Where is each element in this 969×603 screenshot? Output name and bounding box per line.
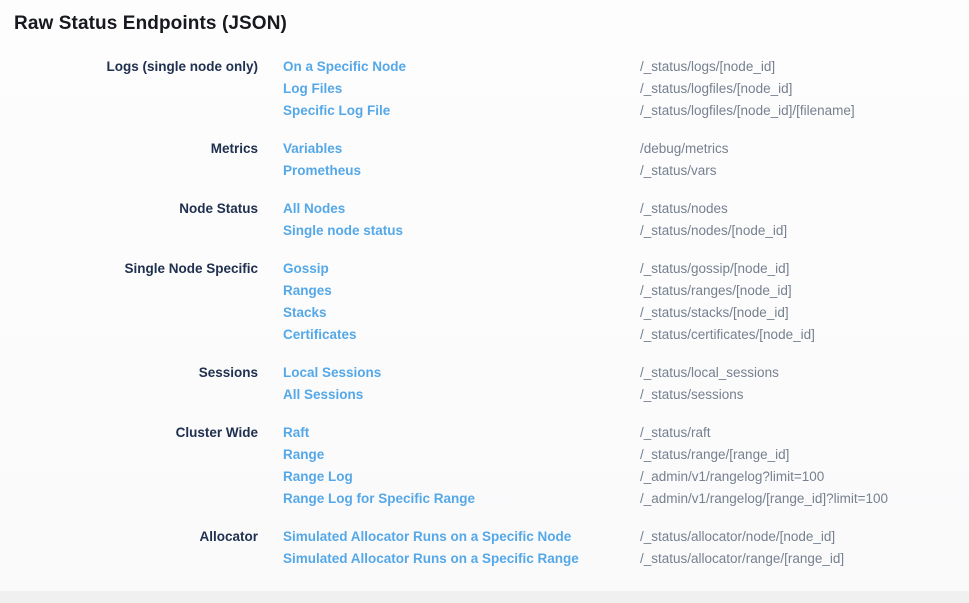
endpoint-path: /_status/range/[range_id]: [640, 444, 969, 466]
endpoint-path: /_admin/v1/rangelog/[range_id]?limit=100: [640, 488, 969, 510]
endpoint-path: /_status/sessions: [640, 384, 969, 406]
endpoint-path: /_status/stacks/[node_id]: [640, 302, 969, 324]
endpoint-link[interactable]: Specific Log File: [283, 100, 640, 122]
endpoint-section: Logs (single node only) On a Specific Nod…: [0, 56, 969, 122]
endpoint-row: Gossip/_status/gossip/[node_id]: [283, 258, 969, 280]
endpoint-link[interactable]: All Sessions: [283, 384, 640, 406]
endpoint-path: /_status/gossip/[node_id]: [640, 258, 969, 280]
section-category: Allocator: [0, 526, 258, 570]
endpoint-row: Range/_status/range/[range_id]: [283, 444, 969, 466]
section-category: Cluster Wide: [0, 422, 258, 510]
endpoint-link[interactable]: Variables: [283, 138, 640, 160]
endpoint-link[interactable]: Raft: [283, 422, 640, 444]
endpoint-path: /_status/allocator/range/[range_id]: [640, 548, 969, 570]
section-category: Metrics: [0, 138, 258, 182]
endpoint-row: Simulated Allocator Runs on a Specific N…: [283, 526, 969, 548]
section-category: Logs (single node only): [0, 56, 258, 122]
endpoint-section: Node Status All Nodes/_status/nodesSingle…: [0, 198, 969, 242]
footer-bar: [0, 591, 969, 603]
endpoint-row: Single node status/_status/nodes/[node_i…: [283, 220, 969, 242]
endpoint-link[interactable]: Single node status: [283, 220, 640, 242]
endpoint-section: Cluster Wide Raft/_status/raftRange/_stat…: [0, 422, 969, 510]
endpoint-section: Allocator Simulated Allocator Runs on a S…: [0, 526, 969, 570]
endpoint-rows: Simulated Allocator Runs on a Specific N…: [283, 526, 969, 570]
endpoint-section: Metrics Variables/debug/metricsPrometheus…: [0, 138, 969, 182]
endpoint-section: Sessions Local Sessions/_status/local_ses…: [0, 362, 969, 406]
section-category: Sessions: [0, 362, 258, 406]
endpoint-link[interactable]: Gossip: [283, 258, 640, 280]
section-category: Node Status: [0, 198, 258, 242]
endpoint-sections: Logs (single node only) On a Specific Nod…: [0, 56, 969, 570]
endpoint-link[interactable]: Range Log for Specific Range: [283, 488, 640, 510]
endpoint-row: Variables/debug/metrics: [283, 138, 969, 160]
endpoint-row: Specific Log File/_status/logfiles/[node…: [283, 100, 969, 122]
raw-status-endpoints-page: Raw Status Endpoints (JSON) Logs (single…: [0, 0, 969, 603]
endpoint-row: All Sessions/_status/sessions: [283, 384, 969, 406]
endpoint-row: Certificates/_status/certificates/[node_…: [283, 324, 969, 346]
endpoint-path: /_status/logs/[node_id]: [640, 56, 969, 78]
page-title: Raw Status Endpoints (JSON): [0, 0, 969, 35]
endpoint-rows: Local Sessions/_status/local_sessionsAll…: [283, 362, 969, 406]
endpoint-row: Prometheus/_status/vars: [283, 160, 969, 182]
endpoint-row: On a Specific Node/_status/logs/[node_id…: [283, 56, 969, 78]
section-category: Single Node Specific: [0, 258, 258, 346]
endpoint-row: Raft/_status/raft: [283, 422, 969, 444]
endpoint-row: Local Sessions/_status/local_sessions: [283, 362, 969, 384]
endpoint-link[interactable]: Prometheus: [283, 160, 640, 182]
endpoint-rows: Variables/debug/metricsPrometheus/_statu…: [283, 138, 969, 182]
endpoint-row: Range Log for Specific Range/_admin/v1/r…: [283, 488, 969, 510]
endpoint-row: All Nodes/_status/nodes: [283, 198, 969, 220]
endpoint-link[interactable]: Ranges: [283, 280, 640, 302]
endpoint-link[interactable]: Log Files: [283, 78, 640, 100]
endpoint-path: /_status/ranges/[node_id]: [640, 280, 969, 302]
endpoint-path: /_status/local_sessions: [640, 362, 969, 384]
endpoint-section: Single Node Specific Gossip/_status/gossi…: [0, 258, 969, 346]
endpoint-link[interactable]: All Nodes: [283, 198, 640, 220]
endpoint-rows: All Nodes/_status/nodesSingle node statu…: [283, 198, 969, 242]
endpoint-row: Stacks/_status/stacks/[node_id]: [283, 302, 969, 324]
endpoint-rows: Gossip/_status/gossip/[node_id]Ranges/_s…: [283, 258, 969, 346]
endpoint-path: /_admin/v1/rangelog?limit=100: [640, 466, 969, 488]
endpoint-link[interactable]: Range: [283, 444, 640, 466]
endpoint-path: /_status/nodes: [640, 198, 969, 220]
endpoint-row: Range Log/_admin/v1/rangelog?limit=100: [283, 466, 969, 488]
endpoint-row: Log Files/_status/logfiles/[node_id]: [283, 78, 969, 100]
endpoint-link[interactable]: Certificates: [283, 324, 640, 346]
endpoint-link[interactable]: Local Sessions: [283, 362, 640, 384]
endpoint-link[interactable]: Simulated Allocator Runs on a Specific N…: [283, 526, 640, 548]
endpoint-path: /_status/nodes/[node_id]: [640, 220, 969, 242]
endpoint-link[interactable]: Simulated Allocator Runs on a Specific R…: [283, 548, 640, 570]
endpoint-link[interactable]: Stacks: [283, 302, 640, 324]
endpoint-path: /_status/certificates/[node_id]: [640, 324, 969, 346]
endpoint-link[interactable]: On a Specific Node: [283, 56, 640, 78]
endpoint-row: Ranges/_status/ranges/[node_id]: [283, 280, 969, 302]
endpoint-rows: On a Specific Node/_status/logs/[node_id…: [283, 56, 969, 122]
endpoint-path: /debug/metrics: [640, 138, 969, 160]
endpoint-row: Simulated Allocator Runs on a Specific R…: [283, 548, 969, 570]
endpoint-path: /_status/raft: [640, 422, 969, 444]
endpoint-path: /_status/vars: [640, 160, 969, 182]
endpoint-rows: Raft/_status/raftRange/_status/range/[ra…: [283, 422, 969, 510]
endpoint-path: /_status/allocator/node/[node_id]: [640, 526, 969, 548]
endpoint-path: /_status/logfiles/[node_id]/[filename]: [640, 100, 969, 122]
endpoint-link[interactable]: Range Log: [283, 466, 640, 488]
endpoint-path: /_status/logfiles/[node_id]: [640, 78, 969, 100]
